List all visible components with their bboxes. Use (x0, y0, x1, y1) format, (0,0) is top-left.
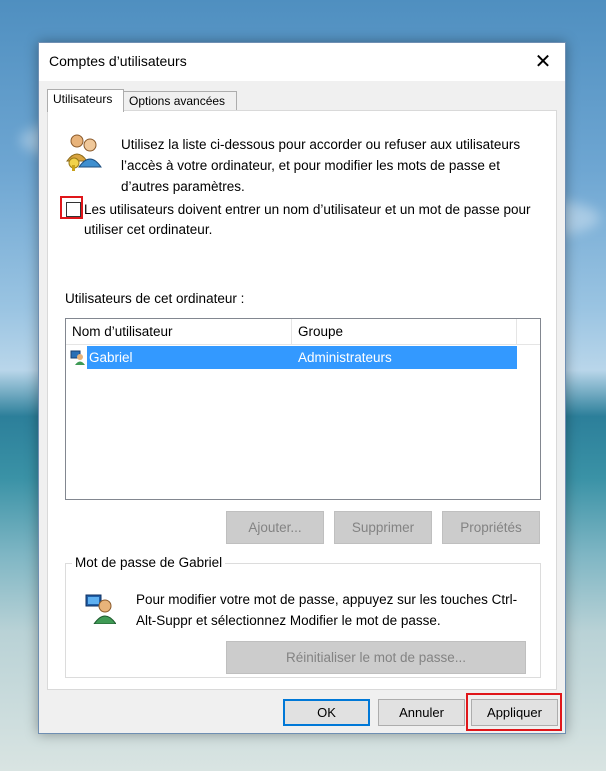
highlight-box-checkbox (60, 196, 83, 219)
reset-password-button[interactable]: Réinitialiser le mot de passe... (226, 641, 526, 674)
tab-utilisateurs[interactable]: Utilisateurs (47, 89, 124, 112)
password-help-text: Pour modifier votre mot de passe, appuye… (136, 592, 518, 628)
intro-text: Utilisez la liste ci-dessous pour accord… (121, 137, 521, 194)
listview-header: Nom d’utilisateur Groupe (66, 319, 540, 345)
table-row[interactable]: Gabriel Administrateurs (66, 346, 517, 369)
dialog-title: Comptes d’utilisateurs (49, 53, 187, 69)
highlight-box-apply (466, 693, 562, 731)
tab-options-avancees[interactable]: Options avancées (123, 91, 237, 111)
ok-button[interactable]: OK (283, 699, 370, 726)
require-login-label: Les utilisateurs doivent entrer un nom d… (84, 202, 531, 237)
cancel-button[interactable]: Annuler (378, 699, 465, 726)
users-list-label: Utilisateurs de cet ordinateur : (65, 291, 245, 306)
password-group-title: Mot de passe de Gabriel (72, 555, 226, 570)
title-bar: Comptes d’utilisateurs ✕ (39, 43, 565, 81)
column-header-group[interactable]: Groupe (292, 319, 517, 344)
password-groupbox: Mot de passe de Gabriel Pour modifier vo… (65, 555, 541, 678)
user-icon (70, 350, 85, 365)
user-password-icon (85, 594, 116, 624)
users-icon (66, 134, 102, 171)
users-tab-panel: Utilisez la liste ci-dessous pour accord… (47, 110, 557, 690)
properties-button[interactable]: Propriétés (442, 511, 540, 544)
column-header-username[interactable]: Nom d’utilisateur (66, 319, 292, 344)
close-button[interactable]: ✕ (521, 43, 565, 81)
users-listview[interactable]: Nom d’utilisateur Groupe Gabriel Adminis… (65, 318, 541, 500)
user-accounts-dialog: Comptes d’utilisateurs ✕ Utilisateurs Op… (38, 42, 566, 734)
cell-group: Administrateurs (298, 350, 392, 365)
add-button[interactable]: Ajouter... (226, 511, 324, 544)
remove-button[interactable]: Supprimer (334, 511, 432, 544)
cell-username: Gabriel (89, 350, 133, 365)
